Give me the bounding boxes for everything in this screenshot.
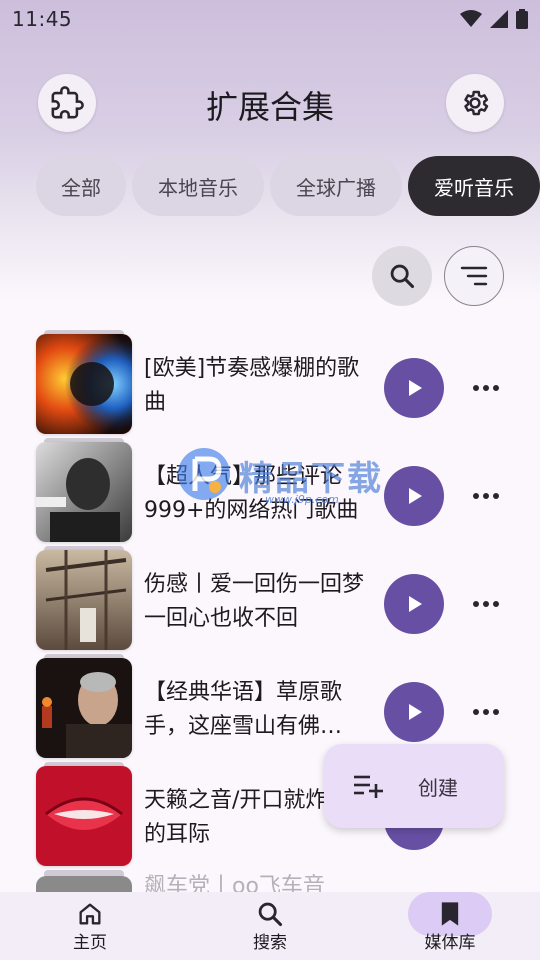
play-button[interactable] — [384, 574, 444, 634]
more-button[interactable] — [466, 700, 506, 724]
filter-sort-button[interactable] — [444, 246, 504, 306]
nav-home[interactable]: 主页 — [30, 892, 150, 960]
list-item[interactable]: [欧美]节奏感爆棚的歌曲 — [0, 330, 540, 434]
app-header: 扩展合集 — [0, 72, 540, 132]
chip-all[interactable]: 全部 — [36, 156, 126, 216]
nav-library[interactable]: 媒体库 — [390, 892, 510, 960]
playlist-title: 伤感丨爱一回伤一回梦一回心也收不回 — [144, 572, 365, 631]
play-icon — [409, 596, 422, 612]
more-horizontal-icon — [473, 493, 499, 499]
search-icon — [258, 902, 283, 927]
chip-aiting-music[interactable]: 爱听音乐 — [408, 156, 540, 216]
playlist-cover — [36, 766, 132, 866]
chip-local-music[interactable]: 本地音乐 — [132, 156, 264, 216]
status-bar: 11:45 — [0, 0, 540, 38]
more-horizontal-icon — [473, 385, 499, 391]
more-horizontal-icon — [473, 601, 499, 607]
play-icon — [409, 704, 422, 720]
chip-global-radio[interactable]: 全球广播 — [270, 156, 402, 216]
playlist-title: 飙车党丨oo飞车音 — [144, 874, 325, 892]
battery-icon — [516, 9, 528, 29]
playlist-add-icon — [354, 775, 383, 798]
fab-label: 创建 — [418, 776, 458, 800]
playlist-title: [欧美]节奏感爆棚的歌曲 — [144, 356, 360, 415]
home-icon — [79, 903, 101, 925]
play-button[interactable] — [384, 682, 444, 742]
play-button[interactable] — [384, 466, 444, 526]
wifi-icon — [460, 10, 482, 27]
more-button[interactable] — [466, 484, 506, 508]
playlist-title: 【经典华语】草原歌手，这座雪山有佛… — [144, 680, 343, 739]
status-icons — [460, 9, 528, 29]
playlist-cover — [36, 658, 132, 758]
bottom-navigation: 主页 搜索 媒体库 — [0, 892, 540, 960]
playlist-title: 【超人气】那些评论999+的网络热门歌曲 — [144, 464, 359, 523]
settings-button[interactable] — [446, 74, 504, 132]
list-item[interactable]: 伤感丨爱一回伤一回梦一回心也收不回 — [0, 546, 540, 650]
play-icon — [409, 380, 422, 396]
nav-label: 搜索 — [253, 933, 287, 953]
search-button[interactable] — [372, 246, 432, 306]
playlist-cover — [36, 876, 132, 892]
nav-label: 主页 — [73, 933, 107, 953]
nav-label: 媒体库 — [424, 933, 476, 953]
gear-icon — [464, 90, 489, 116]
list-item[interactable]: 【超人气】那些评论999+的网络热门歌曲 — [0, 438, 540, 542]
search-icon — [390, 264, 415, 289]
status-time: 11:45 — [12, 7, 73, 31]
bookmark-icon — [441, 902, 459, 926]
list-item[interactable]: 【经典华语】草原歌手，这座雪山有佛… — [0, 654, 540, 758]
playlist-cover — [36, 442, 132, 542]
more-button[interactable] — [466, 376, 506, 400]
playlist-cover — [36, 334, 132, 434]
create-playlist-fab[interactable]: 创建 — [324, 744, 504, 828]
nav-search[interactable]: 搜索 — [210, 892, 330, 960]
list-item-partial[interactable]: 飙车党丨oo飞车音 — [0, 870, 540, 892]
more-horizontal-icon — [473, 709, 499, 715]
play-icon — [409, 488, 422, 504]
signal-icon — [490, 10, 508, 28]
playlist-cover — [36, 550, 132, 650]
sort-icon — [460, 266, 488, 286]
more-button[interactable] — [466, 592, 506, 616]
play-button[interactable] — [384, 358, 444, 418]
